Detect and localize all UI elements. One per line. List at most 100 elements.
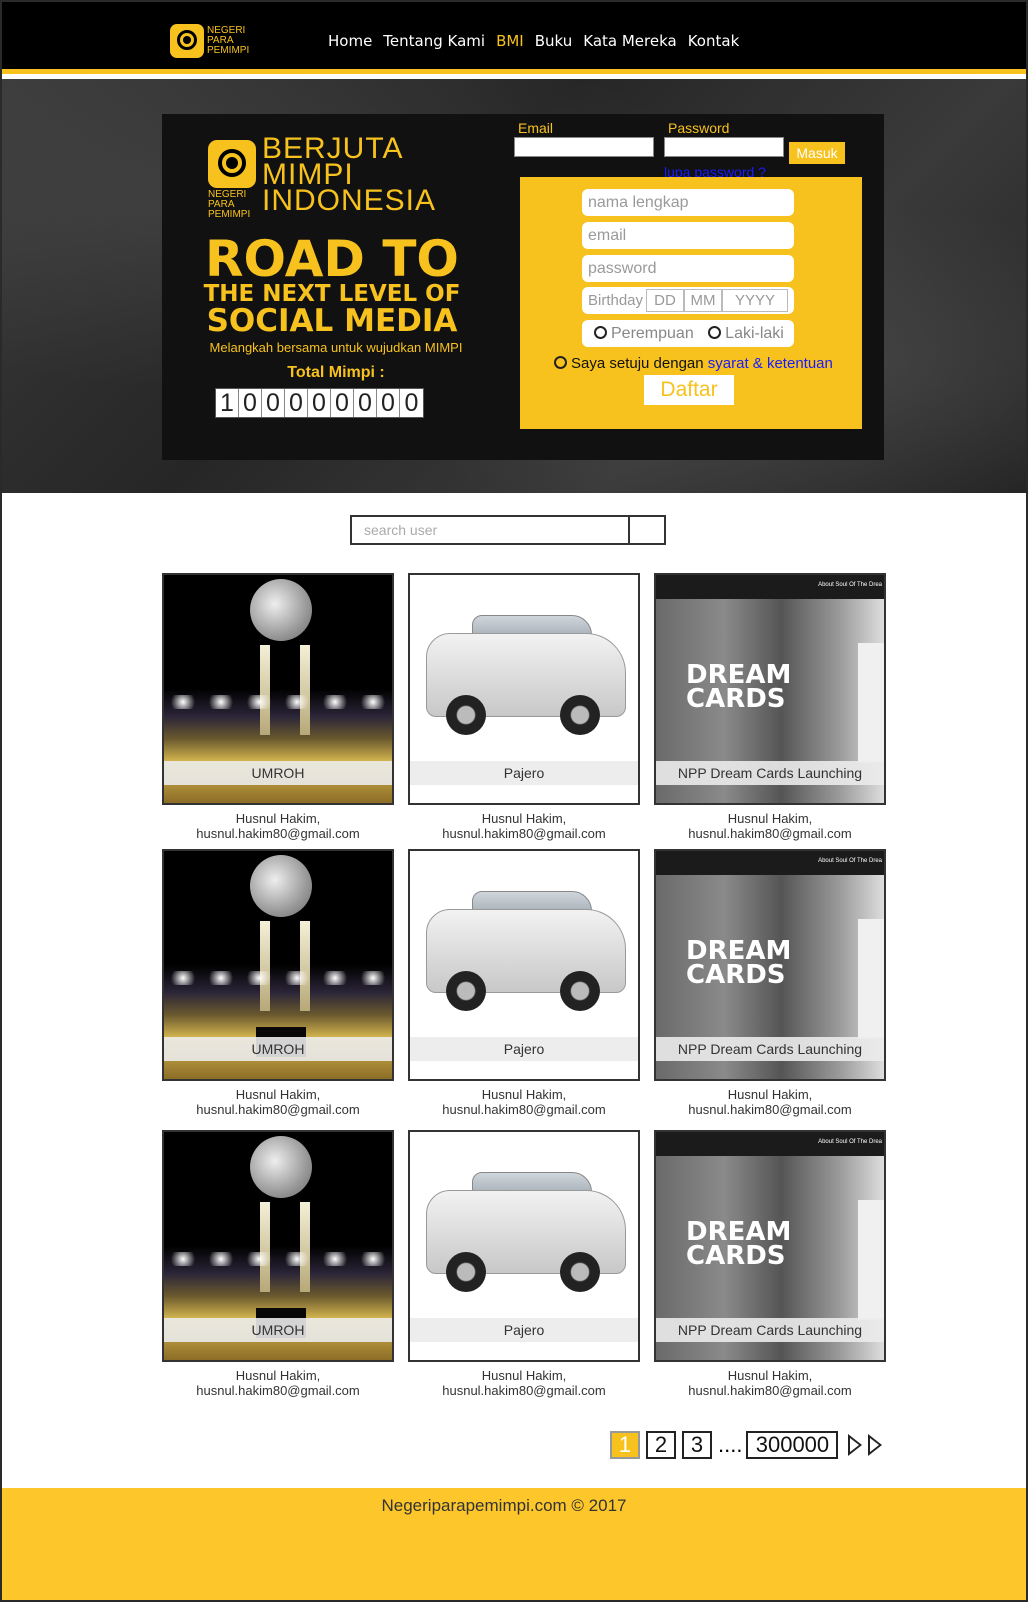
moon-image: [250, 855, 312, 917]
dream-card[interactable]: About Soul Of The Drea DREAM CARDS NPP Dr…: [654, 1130, 886, 1362]
brand-title-line: INDONESIA: [262, 184, 437, 217]
fullname-input[interactable]: nama lengkap: [582, 189, 794, 216]
card-meta: Husnul Hakim, husnul.hakim80@gmail.com: [640, 811, 900, 841]
hero-tagline: Melangkah bersama untuk wujudkan MIMPI: [209, 340, 463, 355]
last-page-icon[interactable]: [868, 1434, 883, 1456]
gender-female-radio[interactable]: [594, 326, 607, 339]
search-input[interactable]: search user: [352, 517, 630, 543]
page-2-button[interactable]: 2: [646, 1431, 676, 1459]
email-label: Email: [518, 120, 554, 136]
card-email[interactable]: husnul.hakim80@gmail.com: [148, 826, 408, 841]
gender-male-radio[interactable]: [708, 326, 722, 339]
card-author: Husnul Hakim,: [481, 1087, 567, 1102]
headline-line-3: SOCIAL MEDIA: [206, 303, 458, 339]
dream-form-image: [858, 919, 884, 1039]
card-author: Husnul Hakim,: [235, 1368, 321, 1383]
dream-card[interactable]: UMROH: [162, 573, 394, 805]
page-3-button[interactable]: 3: [682, 1431, 712, 1459]
nav-item-home[interactable]: Home: [328, 32, 372, 50]
card-meta: Husnul Hakim, husnul.hakim80@gmail.com: [394, 1368, 654, 1398]
footer-copyright: Negeriparapemimpi.com © 2017: [381, 1496, 627, 1515]
search-button[interactable]: [630, 517, 664, 543]
site-logo[interactable]: NEGERI PARA PEMIMPI: [170, 24, 249, 58]
brand-small-line: PEMIMPI: [208, 209, 251, 220]
card-author: Husnul Hakim,: [235, 1087, 321, 1102]
card-author: Husnul Hakim,: [727, 1087, 813, 1102]
nav-item-kontak[interactable]: Kontak: [688, 32, 740, 50]
dream-card[interactable]: UMROH: [162, 1130, 394, 1362]
email-input[interactable]: email: [582, 222, 794, 249]
brand-small-text: NEGERI PARA PEMIMPI: [208, 190, 250, 220]
lights-image: [164, 1252, 392, 1266]
brand-title: BERJUTA MIMPI INDONESIA: [262, 134, 437, 217]
wheel-image: [446, 971, 486, 1011]
birthday-year-input[interactable]: YYYY: [722, 289, 788, 312]
card-title: UMROH: [164, 1037, 392, 1061]
minaret-image: [300, 1202, 310, 1292]
last-page-button[interactable]: 300000: [746, 1431, 839, 1459]
headline-line-1: ROAD TO: [205, 230, 459, 288]
register-button[interactable]: Daftar: [644, 375, 734, 405]
card-title: NPP Dream Cards Launching: [656, 1037, 884, 1061]
dream-card[interactable]: Pajero: [408, 849, 640, 1081]
dream-card[interactable]: UMROH: [162, 849, 394, 1081]
password-label: Password: [668, 120, 730, 136]
dream-form-image: [858, 1200, 884, 1320]
birthday-day-input[interactable]: DD: [646, 289, 684, 312]
counter-digit: 0: [308, 389, 331, 417]
counter-digit: 1: [216, 389, 239, 417]
hero-banner: NEGERI PARA PEMIMPI BERJUTA MIMPI INDONE…: [2, 79, 1026, 493]
wheel-image: [446, 695, 486, 735]
card-title: Pajero: [410, 1037, 638, 1061]
card-email[interactable]: husnul.hakim80@gmail.com: [148, 1383, 408, 1398]
gender-female-label: Perempuan: [611, 325, 694, 342]
page-frame: NEGERI PARA PEMIMPI Home Tentang Kami BM…: [0, 0, 1028, 1602]
minaret-image: [260, 1202, 270, 1292]
terms-checkbox[interactable]: [554, 356, 567, 369]
card-meta: Husnul Hakim, husnul.hakim80@gmail.com: [148, 811, 408, 841]
nav-item-tentang-kami[interactable]: Tentang Kami: [383, 32, 485, 50]
login-email-input[interactable]: [514, 137, 654, 157]
nav-item-kata-mereka[interactable]: Kata Mereka: [583, 32, 676, 50]
total-mimpi-counter: 1 0 0 0 0 0 0 0 0: [215, 388, 424, 418]
moon-image: [250, 579, 312, 641]
card-author: Husnul Hakim,: [235, 811, 321, 826]
card-email[interactable]: husnul.hakim80@gmail.com: [640, 1383, 900, 1398]
nav-item-bmi[interactable]: BMI: [496, 32, 524, 50]
terms-agreement: Saya setuju dengan syarat & ketentuan: [554, 355, 833, 372]
card-meta: Husnul Hakim, husnul.hakim80@gmail.com: [394, 811, 654, 841]
terms-link[interactable]: syarat & ketentuan: [708, 355, 833, 372]
login-password-input[interactable]: [664, 137, 784, 157]
dream-card[interactable]: About Soul Of The Drea DREAM CARDS NPP Dr…: [654, 573, 886, 805]
nav-item-buku[interactable]: Buku: [535, 32, 573, 50]
dream-header: About Soul Of The Drea: [656, 851, 884, 875]
card-email[interactable]: husnul.hakim80@gmail.com: [394, 1102, 654, 1117]
dream-card[interactable]: About Soul Of The Drea DREAM CARDS NPP Dr…: [654, 849, 886, 1081]
pagination-ellipsis: ....: [718, 1432, 743, 1457]
moon-image: [250, 1136, 312, 1198]
counter-digit: 0: [331, 389, 354, 417]
card-email[interactable]: husnul.hakim80@gmail.com: [148, 1102, 408, 1117]
next-page-icon[interactable]: [848, 1434, 863, 1456]
counter-digit: 0: [404, 389, 419, 417]
dream-cards-text: DREAM CARDS: [686, 1219, 791, 1269]
gender-field: Perempuan Laki-laki: [582, 320, 794, 347]
brand-logo-icon: [208, 140, 256, 188]
birthday-month-input[interactable]: MM: [684, 289, 722, 312]
dream-card[interactable]: Pajero: [408, 1130, 640, 1362]
logo-icon: [170, 24, 204, 58]
card-email[interactable]: husnul.hakim80@gmail.com: [640, 1102, 900, 1117]
dream-card[interactable]: Pajero: [408, 573, 640, 805]
password-input[interactable]: password: [582, 255, 794, 282]
pagination: 1 2 3 .... 300000: [610, 1431, 883, 1459]
card-email[interactable]: husnul.hakim80@gmail.com: [640, 826, 900, 841]
login-button[interactable]: Masuk: [789, 142, 845, 164]
wheel-image: [560, 971, 600, 1011]
dream-form-image: [858, 643, 884, 763]
card-email[interactable]: husnul.hakim80@gmail.com: [394, 1383, 654, 1398]
gender-male-label: Laki-laki: [725, 325, 784, 342]
page-1-button[interactable]: 1: [610, 1431, 640, 1459]
footer: Negeriparapemimpi.com © 2017: [2, 1488, 1026, 1600]
logo-line: PEMIMPI: [207, 45, 250, 56]
card-email[interactable]: husnul.hakim80@gmail.com: [394, 826, 654, 841]
